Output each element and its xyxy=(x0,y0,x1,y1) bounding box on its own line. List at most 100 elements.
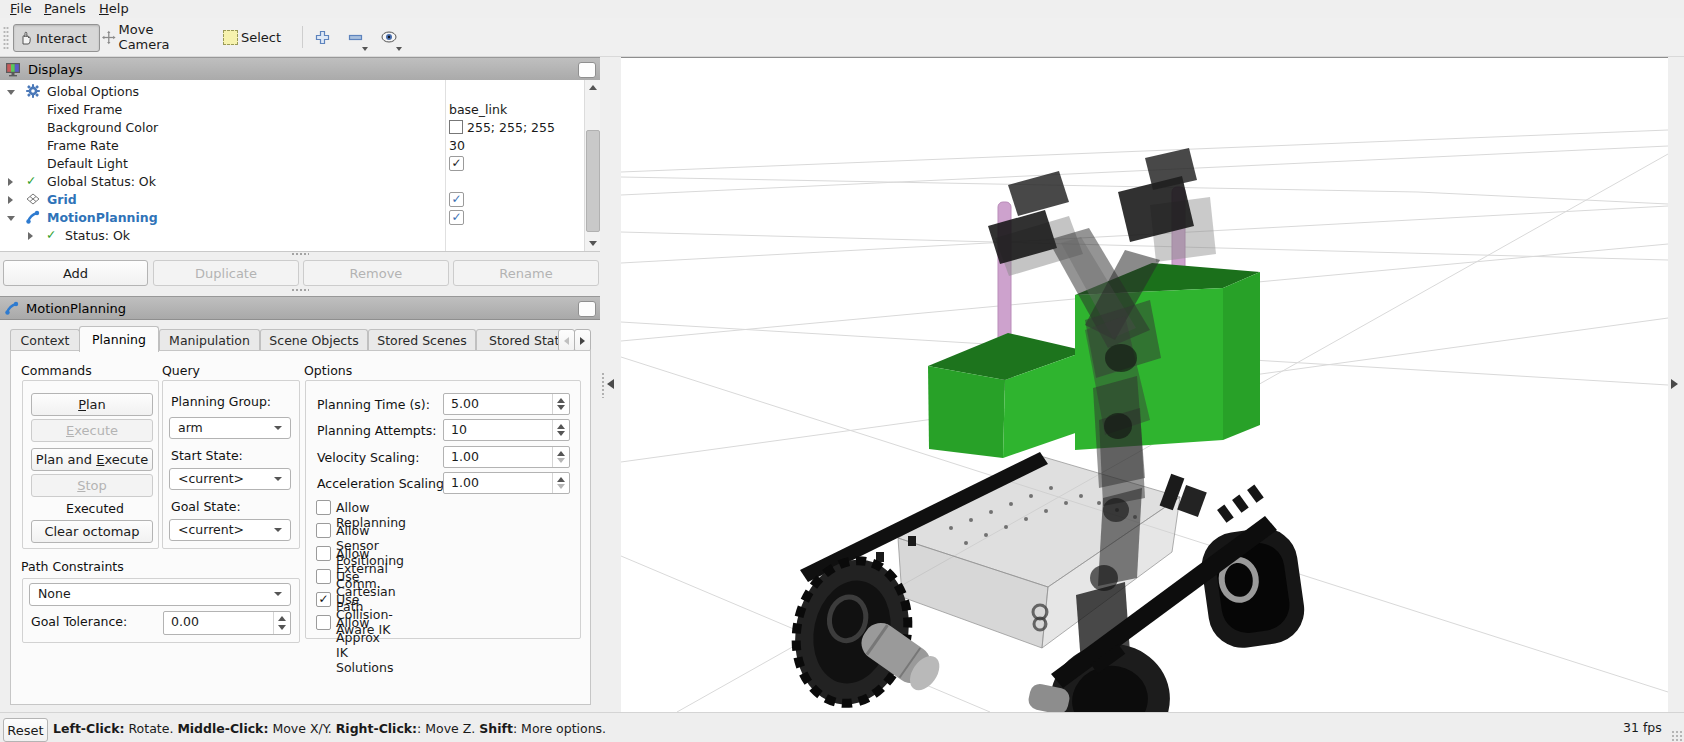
tree-row-status-ok[interactable]: ✓ Status: Ok xyxy=(0,227,600,245)
resize-grip[interactable] xyxy=(1671,730,1682,741)
velocity-scaling-spin[interactable]: 1.00 xyxy=(443,446,570,468)
path-constraints-label: Path Constraints xyxy=(21,559,124,574)
plus-icon xyxy=(315,30,330,45)
menu-bar: File Panels Help xyxy=(0,0,1684,18)
status-ok-icon: ✓ xyxy=(26,173,36,188)
scrollbar-thumb[interactable] xyxy=(586,130,600,232)
default-light-checkbox[interactable]: ✓ xyxy=(449,156,464,171)
checkbox[interactable] xyxy=(316,523,331,538)
goal-tolerance-label: Goal Tolerance: xyxy=(31,614,127,629)
goal-state-combo[interactable]: <current> xyxy=(169,519,291,541)
menu-file[interactable]: File xyxy=(10,1,32,16)
tree-row-grid[interactable]: Grid ✓ xyxy=(0,191,600,209)
checkbox[interactable] xyxy=(316,569,331,584)
grid-icon xyxy=(26,193,40,205)
clear-octomap-button[interactable]: Clear octomap xyxy=(31,520,153,543)
tree-row-global-options[interactable]: Global Options xyxy=(0,83,600,101)
color-swatch xyxy=(449,120,463,134)
3d-viewport[interactable] xyxy=(621,57,1668,713)
execute-button[interactable]: Execute xyxy=(31,419,153,442)
checkbox[interactable] xyxy=(316,546,331,561)
collapse-right-arrow[interactable] xyxy=(1671,379,1678,389)
options-section-label: Options xyxy=(304,363,352,378)
motionplanning-float-button[interactable] xyxy=(578,301,596,317)
tree-row-frame-rate[interactable]: Frame Rate 30 xyxy=(0,137,600,155)
grid-checkbox[interactable]: ✓ xyxy=(449,192,464,207)
scrollbar-down-arrow[interactable] xyxy=(589,241,597,246)
checkbox[interactable] xyxy=(316,500,331,515)
rviz-window: File Panels Help Interact Move Camera Se… xyxy=(0,0,1684,742)
zoom-in-button[interactable] xyxy=(311,24,333,50)
tree-scrollbar[interactable] xyxy=(584,80,600,251)
checkbox[interactable]: ✓ xyxy=(316,592,331,607)
collapse-left-arrow[interactable] xyxy=(607,379,614,389)
select-label: Select xyxy=(241,30,281,45)
duplicate-button[interactable]: Duplicate xyxy=(153,260,299,286)
expander-right-icon[interactable] xyxy=(8,196,13,204)
tab-scene-objects[interactable]: Scene Objects xyxy=(260,329,368,351)
move-camera-tool-button[interactable]: Move Camera xyxy=(100,24,200,50)
expander-down-icon[interactable] xyxy=(7,90,15,95)
tree-row-global-status[interactable]: ✓ Global Status: Ok xyxy=(0,173,600,191)
motionplanning-panel-title: MotionPlanning xyxy=(26,301,126,316)
splitter-handle[interactable] xyxy=(291,252,309,256)
green-box-left xyxy=(928,333,1086,458)
acceleration-scaling-spin[interactable]: 1.00 xyxy=(443,472,570,494)
motionplanning-panel-header[interactable]: MotionPlanning xyxy=(0,296,600,320)
toolbar-grip[interactable] xyxy=(3,26,9,50)
background-color-value[interactable]: 255; 255; 255 xyxy=(449,120,555,135)
tree-row-motionplanning[interactable]: MotionPlanning ✓ xyxy=(0,209,600,227)
expander-down-icon[interactable] xyxy=(7,216,15,221)
tab-scroll-right-button[interactable] xyxy=(574,329,591,352)
select-tool-button[interactable]: Select xyxy=(221,24,291,50)
tree-row-partial[interactable]: ▁▁ ▁▁▁ xyxy=(0,245,600,251)
tab-manipulation[interactable]: Manipulation xyxy=(159,329,260,351)
expander-right-icon[interactable] xyxy=(8,178,13,186)
plan-button[interactable]: Plan xyxy=(31,393,153,416)
reset-button[interactable]: Reset xyxy=(3,718,48,742)
goal-tolerance-spin[interactable]: 0.00 xyxy=(163,611,291,635)
path-constraints-combo[interactable]: None xyxy=(29,583,291,606)
velocity-scaling-label: Velocity Scaling: xyxy=(317,450,420,465)
tab-context[interactable]: Context xyxy=(10,329,80,351)
checkbox[interactable] xyxy=(316,615,331,630)
tree-row-default-light[interactable]: Default Light ✓ xyxy=(0,155,600,173)
interact-label: Interact xyxy=(36,31,87,46)
stop-button[interactable]: Stop xyxy=(31,474,153,497)
executed-label: Executed xyxy=(66,501,124,516)
plan-and-execute-button[interactable]: Plan and Execute xyxy=(31,448,153,471)
start-state-combo[interactable]: <current> xyxy=(169,468,291,490)
displays-icon xyxy=(5,62,21,77)
menu-help[interactable]: Help xyxy=(99,1,129,16)
visibility-dropdown-arrow[interactable] xyxy=(396,47,402,51)
tree-row-background-color[interactable]: Background Color 255; 255; 255 xyxy=(0,119,600,137)
minus-icon xyxy=(348,30,363,45)
frame-rate-value[interactable]: 30 xyxy=(449,138,465,153)
tab-planning[interactable]: Planning xyxy=(79,326,159,352)
remove-button[interactable]: Remove xyxy=(303,260,449,286)
planning-group-combo[interactable]: arm xyxy=(169,417,291,439)
tab-scroll-left-button[interactable] xyxy=(558,329,575,352)
scrollbar-up-arrow[interactable] xyxy=(589,85,597,90)
tree-row-fixed-frame[interactable]: Fixed Frame base_link xyxy=(0,101,600,119)
menu-panels[interactable]: Panels xyxy=(44,1,86,16)
splitter-dots[interactable] xyxy=(601,372,605,398)
expander-right-icon[interactable] xyxy=(28,232,33,240)
displays-float-button[interactable] xyxy=(578,62,596,78)
zoom-out-dropdown-arrow[interactable] xyxy=(362,47,368,51)
status-ok-icon: ✓ xyxy=(46,227,56,242)
tab-stored-scenes[interactable]: Stored Scenes xyxy=(368,329,476,351)
splitter-handle[interactable] xyxy=(291,288,309,292)
displays-panel-title: Displays xyxy=(28,62,83,77)
planning-time-spin[interactable]: 5.00 xyxy=(443,393,570,415)
displays-panel-header[interactable]: Displays xyxy=(0,57,600,82)
planning-time-label: Planning Time (s): xyxy=(317,397,430,412)
motionplanning-checkbox[interactable]: ✓ xyxy=(449,210,464,225)
interact-tool-button[interactable]: Interact xyxy=(13,24,100,52)
add-button[interactable]: Add xyxy=(3,260,148,286)
planning-attempts-spin[interactable]: 10 xyxy=(443,419,570,441)
acceleration-scaling-label: Acceleration Scaling: xyxy=(317,476,448,491)
fixed-frame-value[interactable]: base_link xyxy=(449,102,507,117)
rename-button[interactable]: Rename xyxy=(453,260,599,286)
query-section-label: Query xyxy=(162,363,200,378)
